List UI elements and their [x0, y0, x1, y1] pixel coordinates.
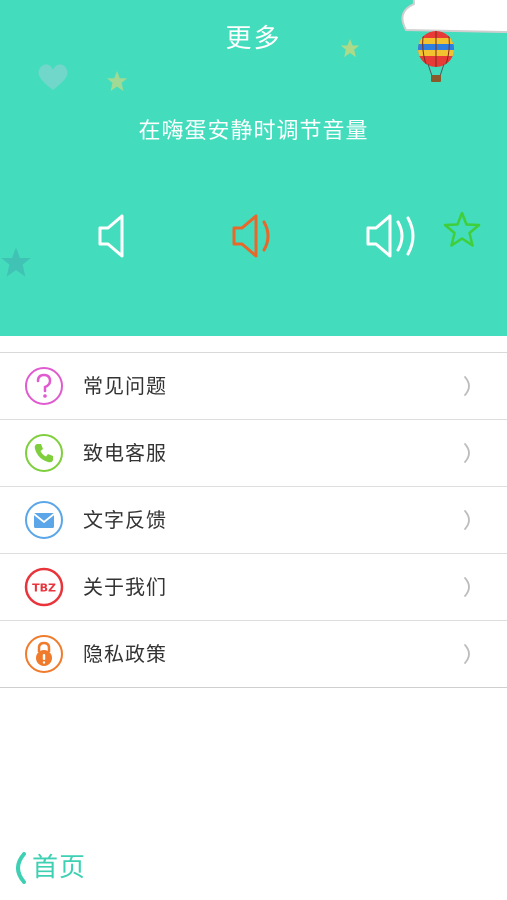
chevron-right-icon	[464, 376, 470, 396]
star-decoration-icon	[1, 247, 31, 277]
lock-icon	[24, 634, 64, 674]
volume-high-button[interactable]	[362, 208, 422, 264]
chevron-right-icon	[464, 443, 470, 463]
menu-item-privacy-policy[interactable]: 隐私政策	[0, 621, 507, 688]
menu-item-label: 文字反馈	[83, 508, 167, 532]
tbz-logo-icon: TBZ	[24, 567, 64, 607]
menu-item-label: 隐私政策	[83, 642, 167, 666]
chevron-right-icon	[464, 577, 470, 597]
chevron-right-icon	[464, 644, 470, 664]
star-outline-icon[interactable]	[442, 210, 482, 250]
question-icon	[24, 366, 64, 406]
menu-item-label: 致电客服	[83, 441, 167, 465]
menu-item-feedback[interactable]: 文字反馈	[0, 487, 507, 554]
menu-item-call-service[interactable]: 致电客服	[0, 420, 507, 487]
volume-hint-text: 在嗨蛋安静时调节音量	[138, 119, 369, 144]
header-panel: 更多 在嗨蛋安静时调节音量	[0, 0, 507, 336]
hot-air-balloon-icon	[418, 31, 454, 82]
speaker-high-icon	[366, 214, 415, 258]
star-decoration-icon	[340, 38, 360, 58]
star-decoration-icon	[106, 70, 128, 92]
speaker-medium-icon	[232, 214, 270, 258]
speaker-mute-icon	[98, 214, 124, 258]
settings-menu: 常见问题 致电客服 文字反馈 TBZ 关于我们 隐私政策	[0, 352, 507, 688]
phone-icon	[24, 433, 64, 473]
svg-text:TBZ: TBZ	[32, 582, 56, 595]
menu-item-label: 关于我们	[83, 575, 167, 599]
menu-item-faq[interactable]: 常见问题	[0, 353, 507, 420]
back-home-label: 首页	[32, 853, 87, 883]
volume-medium-button[interactable]	[224, 208, 284, 264]
menu-item-label: 常见问题	[83, 374, 167, 398]
chevron-right-icon	[464, 510, 470, 530]
heart-decoration-icon	[38, 64, 68, 90]
chevron-left-icon	[16, 852, 26, 884]
menu-item-about-us[interactable]: TBZ 关于我们	[0, 554, 507, 621]
volume-mute-button[interactable]	[88, 208, 148, 264]
mail-icon	[24, 500, 64, 540]
more-screen: 更多 在嗨蛋安静时调节音量 常见问题 致电客服 文字反馈 TBZ 关于我们 隐私…	[0, 0, 507, 900]
